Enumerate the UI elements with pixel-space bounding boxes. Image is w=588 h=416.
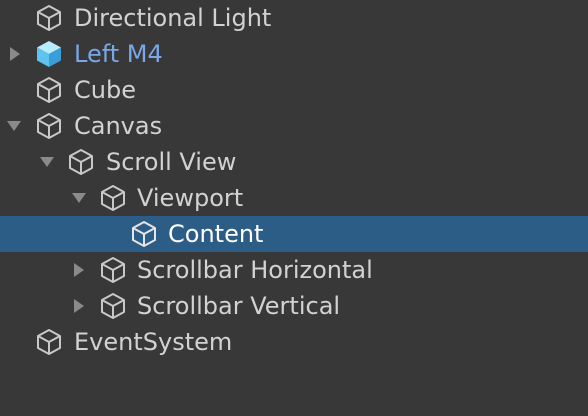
gameobject-cube-icon	[34, 111, 64, 141]
hierarchy-item-label: Scroll View	[106, 148, 237, 176]
gameobject-cube-icon	[98, 291, 128, 321]
foldout-expanded-icon[interactable]	[69, 180, 89, 216]
hierarchy-item-left-m4[interactable]: Left M4	[0, 36, 588, 72]
foldout-collapsed-icon[interactable]	[69, 252, 89, 288]
gameobject-cube-icon	[34, 327, 64, 357]
hierarchy-item-label: Scrollbar Horizontal	[137, 256, 373, 284]
foldout-collapsed-icon[interactable]	[5, 36, 25, 72]
hierarchy-item-scrollbar-horizontal[interactable]: Scrollbar Horizontal	[0, 252, 588, 288]
hierarchy-item-label: Scrollbar Vertical	[137, 292, 341, 320]
hierarchy-item-scroll-view[interactable]: Scroll View	[0, 144, 588, 180]
gameobject-cube-icon	[129, 219, 159, 249]
hierarchy-item-label: Directional Light	[74, 4, 272, 32]
gameobject-cube-icon	[98, 255, 128, 285]
hierarchy-item-content[interactable]: Content	[0, 216, 588, 252]
gameobject-cube-icon	[34, 3, 64, 33]
foldout-expanded-icon[interactable]	[37, 144, 57, 180]
gameobject-cube-icon	[66, 147, 96, 177]
foldout-collapsed-icon[interactable]	[69, 288, 89, 324]
hierarchy-item-cube[interactable]: Cube	[0, 72, 588, 108]
hierarchy-item-label: Viewport	[137, 184, 244, 212]
foldout-expanded-icon[interactable]	[4, 108, 24, 144]
hierarchy-item-canvas[interactable]: Canvas	[0, 108, 588, 144]
gameobject-cube-icon	[34, 75, 64, 105]
hierarchy-item-viewport[interactable]: Viewport	[0, 180, 588, 216]
hierarchy-item-eventsystem[interactable]: EventSystem	[0, 324, 588, 360]
hierarchy-item-label: Content	[168, 220, 264, 248]
hierarchy-item-label: EventSystem	[74, 328, 233, 356]
hierarchy-item-label: Canvas	[74, 112, 163, 140]
hierarchy-item-label: Cube	[74, 76, 136, 104]
prefab-cube-icon	[34, 39, 64, 69]
hierarchy-item-directional-light[interactable]: Directional Light	[0, 0, 588, 36]
gameobject-cube-icon	[98, 183, 128, 213]
hierarchy-panel: Directional Light Left M4 Cube Canvas Sc…	[0, 0, 588, 416]
hierarchy-item-scrollbar-vertical[interactable]: Scrollbar Vertical	[0, 288, 588, 324]
hierarchy-item-label: Left M4	[74, 40, 163, 68]
